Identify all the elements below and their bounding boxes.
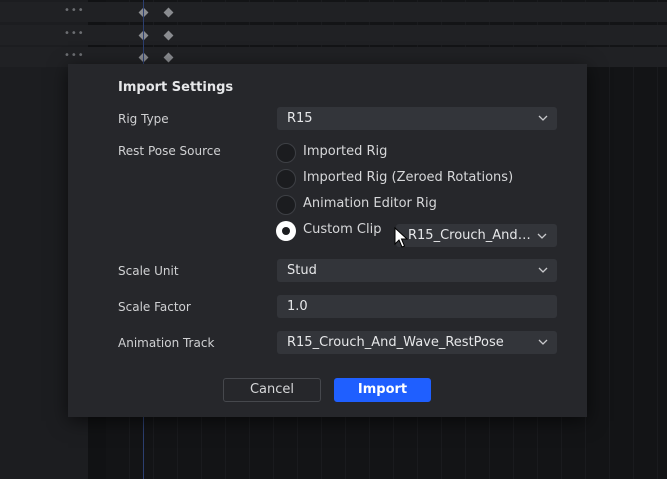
rig-type-select[interactable]: R15 [277,107,557,130]
scale-unit-select[interactable]: Stud [277,259,557,282]
track-row[interactable] [0,25,667,45]
animation-track-label: Animation Track [118,336,215,350]
more-dots-icon[interactable]: ••• [64,6,84,16]
radio-label: Animation Editor Rig [303,196,437,211]
radio-label: Custom Clip [303,222,382,237]
chevron-down-icon [537,233,547,239]
rig-type-label: Rig Type [118,112,169,126]
scale-unit-value: Stud [287,263,317,278]
custom-clip-select[interactable]: R15_Crouch_And_Wave_RestPose [396,224,557,247]
radio-label: Imported Rig [303,144,388,159]
dialog-title: Import Settings [118,80,234,95]
more-dots-icon[interactable]: ••• [64,29,84,39]
more-dots-icon[interactable]: ••• [64,51,84,61]
mouse-cursor-icon [394,227,408,248]
radio-button[interactable] [276,169,296,189]
chevron-down-icon [538,267,548,273]
radio-button[interactable] [276,143,296,163]
animation-track-select[interactable]: R15_Crouch_And_Wave_RestPose [277,331,557,354]
scale-factor-label: Scale Factor [118,300,191,314]
scale-factor-input[interactable]: 1.0 [277,295,557,318]
scale-factor-value: 1.0 [287,299,308,314]
scale-unit-label: Scale Unit [118,264,179,278]
cancel-button[interactable]: Cancel [223,378,321,402]
chevron-down-icon [538,115,548,121]
import-button[interactable]: Import [334,378,431,402]
rig-type-value: R15 [287,111,313,126]
animation-track-value: R15_Crouch_And_Wave_RestPose [287,335,504,350]
radio-label: Imported Rig (Zeroed Rotations) [303,170,514,185]
custom-clip-value: R15_Crouch_And_Wave_RestPose [408,228,557,243]
rest-pose-source-label: Rest Pose Source [118,144,221,158]
import-settings-dialog: Import Settings Rig Type R15 Rest Pose S… [68,64,587,417]
track-row[interactable] [0,2,667,22]
chevron-down-icon [538,339,548,345]
radio-button-checked[interactable] [276,221,296,241]
radio-button[interactable] [276,195,296,215]
